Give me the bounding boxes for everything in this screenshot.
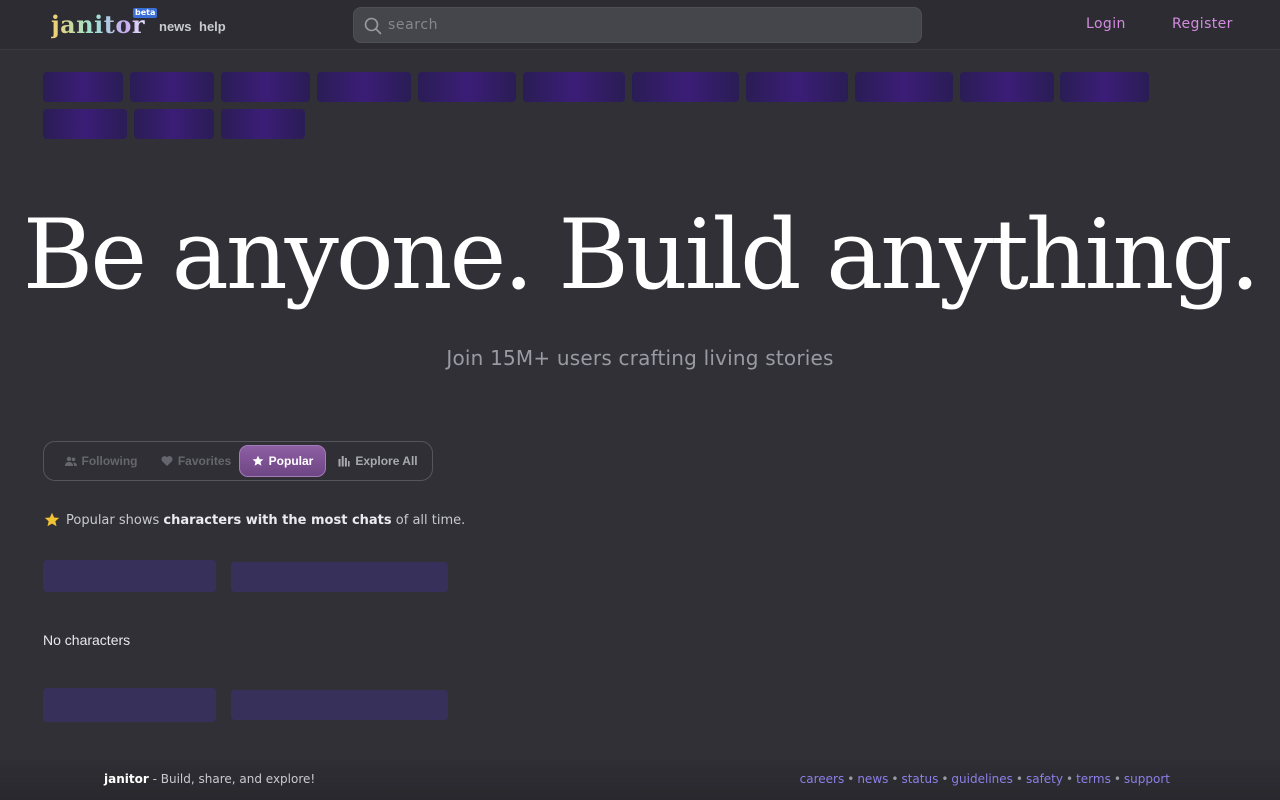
- hero-title: Be anyone. Build anything.: [22, 199, 1261, 311]
- tag-chip[interactable]: [855, 72, 953, 102]
- footer: janitor - Build, share, and explore! car…: [0, 760, 1280, 800]
- tag-chip[interactable]: [523, 72, 625, 102]
- skeleton-block: [43, 688, 216, 722]
- tag-chip[interactable]: [43, 72, 123, 102]
- tag-chip[interactable]: [746, 72, 848, 102]
- tag-chip[interactable]: [1060, 72, 1149, 102]
- tag-chip[interactable]: [221, 109, 305, 139]
- footer-link-safety[interactable]: safety: [1026, 772, 1063, 786]
- janitor-logo[interactable]: janitor beta: [51, 8, 158, 40]
- tag-chip[interactable]: [134, 109, 214, 139]
- tab-following-label: Following: [81, 454, 138, 468]
- footer-tagline: janitor - Build, share, and explore!: [104, 772, 315, 786]
- tag-chip[interactable]: [960, 72, 1054, 102]
- tag-chip[interactable]: [43, 109, 127, 139]
- tab-explore-all[interactable]: Explore All: [330, 445, 426, 477]
- register-button[interactable]: Register: [1172, 16, 1233, 32]
- tab-popular-label: Popular: [268, 454, 314, 468]
- users-icon: [64, 456, 77, 466]
- info-suffix: of all time.: [395, 512, 466, 528]
- search-icon: [364, 17, 382, 35]
- footer-link-terms[interactable]: terms: [1076, 772, 1111, 786]
- nav-news-link[interactable]: news: [159, 19, 192, 34]
- skeleton-block: [43, 560, 216, 592]
- star-icon: [44, 512, 60, 527]
- tag-chip[interactable]: [418, 72, 516, 102]
- footer-link-careers[interactable]: careers: [800, 772, 845, 786]
- footer-link-status[interactable]: status: [901, 772, 938, 786]
- heart-icon: [161, 456, 173, 466]
- popular-info: Popular shows characters with the most c…: [44, 512, 465, 528]
- tag-chip[interactable]: [632, 72, 739, 102]
- footer-tagline-text: - Build, share, and explore!: [152, 772, 316, 786]
- footer-brand: janitor: [104, 772, 149, 786]
- footer-link-news[interactable]: news: [857, 772, 888, 786]
- empty-state: No characters: [43, 632, 131, 648]
- tab-following[interactable]: Following: [52, 445, 150, 477]
- footer-links: careers • news • status • guidelines • safety • te…: [799, 772, 1170, 786]
- logo-text: janitor: [51, 10, 146, 39]
- feed-tabs: Following Favorites Popular Explore All: [43, 441, 433, 481]
- tag-chip[interactable]: [130, 72, 214, 102]
- tab-popular[interactable]: Popular: [239, 445, 326, 477]
- bar-chart-icon: [338, 456, 350, 467]
- tab-favorites[interactable]: Favorites: [152, 445, 240, 477]
- hero-subtitle: Join 15M+ users crafting living stories: [446, 346, 834, 370]
- skeleton-block: [231, 690, 448, 720]
- search-input[interactable]: [388, 8, 908, 42]
- tag-chip[interactable]: [221, 72, 310, 102]
- tab-explore-all-label: Explore All: [355, 454, 418, 468]
- footer-link-guidelines[interactable]: guidelines: [951, 772, 1012, 786]
- skeleton-block: [231, 562, 448, 592]
- nav-help-link[interactable]: help: [199, 19, 226, 34]
- beta-badge: beta: [133, 8, 158, 18]
- info-bold: characters with the most chats: [163, 512, 392, 528]
- login-button[interactable]: Login: [1086, 16, 1126, 32]
- info-prefix: Popular shows: [66, 512, 160, 528]
- search-bar[interactable]: [353, 7, 922, 43]
- footer-link-support[interactable]: support: [1124, 772, 1170, 786]
- tab-favorites-label: Favorites: [177, 454, 232, 468]
- star-icon: [252, 455, 264, 466]
- top-header: janitor beta news help Login Register: [0, 0, 1280, 50]
- tag-chip[interactable]: [317, 72, 411, 102]
